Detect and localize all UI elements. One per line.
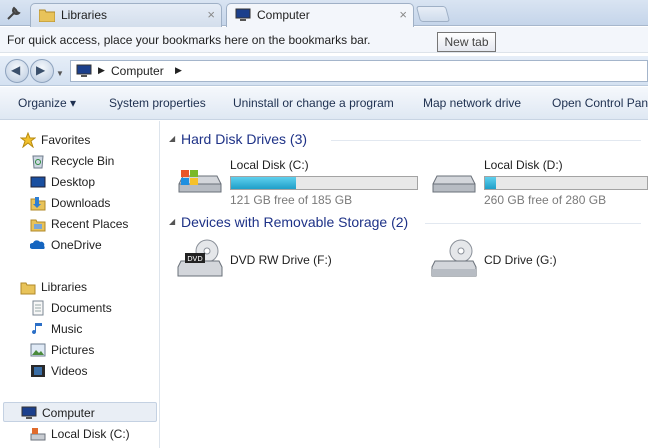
- back-arrow-icon: ◀: [11, 63, 21, 77]
- nav-label: Downloads: [51, 196, 111, 210]
- folder-icon: [39, 9, 55, 22]
- nav-label: Local Disk (C:): [51, 427, 130, 441]
- nav-videos[interactable]: Videos: [0, 361, 158, 381]
- collapse-arrow-icon[interactable]: ◢: [169, 217, 175, 226]
- recycle-bin-icon: [32, 155, 44, 169]
- breadcrumb-arrow-icon[interactable]: ▶: [175, 65, 182, 76]
- breadcrumb-arrow-icon[interactable]: ▶: [98, 65, 105, 76]
- uninstall-program-button[interactable]: Uninstall or change a program: [233, 96, 394, 110]
- hard-drive-icon: [432, 175, 476, 193]
- nav-music[interactable]: Music: [0, 319, 158, 339]
- usage-bar: [230, 176, 418, 190]
- system-properties-button[interactable]: System properties: [109, 96, 206, 110]
- nav-label: Music: [51, 322, 83, 336]
- drive-cd-g[interactable]: CD Drive (G:): [431, 239, 648, 283]
- dvd-badge: DVD: [187, 255, 202, 263]
- nav-favorites[interactable]: Favorites: [0, 130, 158, 150]
- tab-label: Computer: [257, 8, 310, 22]
- drive-dvd-rw-f[interactable]: DVD DVD RW Drive (F:): [177, 239, 427, 283]
- open-control-panel-button[interactable]: Open Control Panel: [552, 96, 648, 110]
- bookmarks-bar: For quick access, place your bookmarks h…: [0, 27, 648, 53]
- nav-downloads[interactable]: Downloads: [0, 193, 158, 213]
- nav-label: Videos: [51, 364, 88, 378]
- windows-drive-icon: [178, 170, 222, 193]
- forward-button[interactable]: ▶: [30, 59, 54, 83]
- back-button[interactable]: ◀: [5, 59, 29, 83]
- nav-recent-places[interactable]: Recent Places: [0, 214, 158, 234]
- onedrive-icon: [30, 240, 45, 249]
- group-hard-disk-drives[interactable]: Hard Disk Drives (3): [181, 131, 307, 147]
- local-disk-icon: [30, 428, 46, 441]
- map-network-drive-button[interactable]: Map network drive: [423, 96, 521, 110]
- new-tab-button[interactable]: [415, 6, 451, 22]
- content-pane: ◢ Hard Disk Drives (3) Local Disk (C:) 1…: [161, 121, 648, 448]
- dvd-drive-icon: DVD: [177, 239, 223, 277]
- computer-icon: [76, 64, 92, 77]
- usage-fill: [485, 177, 497, 189]
- group-removable-storage[interactable]: Devices with Removable Storage (2): [181, 214, 408, 230]
- pictures-icon: [30, 343, 46, 357]
- wrench-icon[interactable]: [5, 4, 23, 22]
- drive-name: Local Disk (C:): [230, 158, 309, 172]
- close-icon[interactable]: ×: [399, 7, 407, 22]
- address-bar[interactable]: ▶ Computer ▶: [70, 60, 648, 82]
- nav-libraries[interactable]: Libraries: [0, 277, 158, 297]
- nav-onedrive[interactable]: OneDrive: [0, 235, 158, 255]
- breadcrumb-computer[interactable]: Computer: [111, 64, 164, 78]
- nav-label: Recycle Bin: [51, 154, 115, 168]
- drive-local-disk-c[interactable]: Local Disk (C:) 121 GB free of 185 GB: [177, 156, 427, 207]
- nav-label: Desktop: [51, 175, 96, 189]
- free-space: 121 GB free of 185 GB: [230, 193, 353, 207]
- nav-label: OneDrive: [51, 238, 102, 252]
- cd-drive-icon: [431, 239, 477, 277]
- tab-strip: Libraries × Computer ×: [0, 0, 648, 27]
- drive-local-disk-d[interactable]: Local Disk (D:) 260 GB free of 280 GB: [431, 156, 648, 207]
- nav-label: Favorites: [41, 133, 91, 147]
- recent-places-icon: [30, 219, 46, 232]
- usage-bar: [484, 176, 648, 190]
- free-space: 260 GB free of 280 GB: [484, 193, 607, 207]
- documents-icon: [32, 300, 44, 316]
- new-tab-tooltip: New tab: [437, 32, 496, 52]
- usage-fill: [231, 177, 297, 189]
- collapse-arrow-icon[interactable]: ◢: [169, 134, 175, 143]
- nav-pictures[interactable]: Pictures: [0, 340, 158, 360]
- tab-libraries[interactable]: Libraries ×: [30, 3, 222, 27]
- nav-label: Documents: [51, 301, 112, 315]
- close-icon[interactable]: ×: [207, 7, 215, 22]
- downloads-icon: [30, 197, 46, 211]
- nav-label: Libraries: [41, 280, 88, 294]
- nav-label: Computer: [42, 406, 95, 420]
- nav-computer[interactable]: Computer: [3, 402, 157, 422]
- music-icon: [32, 323, 42, 335]
- navigation-pane: Favorites Recycle Bin Desktop Downloads …: [0, 121, 160, 448]
- nav-documents[interactable]: Documents: [0, 298, 158, 318]
- tab-computer[interactable]: Computer ×: [226, 3, 414, 27]
- bookmarks-message: For quick access, place your bookmarks h…: [7, 33, 371, 47]
- desktop-icon: [30, 176, 46, 188]
- nav-local-disk-c[interactable]: Local Disk (C:): [0, 424, 158, 444]
- star-icon: [20, 132, 36, 148]
- nav-label: Pictures: [51, 343, 95, 357]
- group-divider: [425, 223, 641, 224]
- forward-arrow-icon: ▶: [36, 63, 46, 77]
- computer-icon: [235, 8, 251, 21]
- group-divider: [331, 140, 641, 141]
- nav-desktop[interactable]: Desktop: [0, 172, 158, 192]
- videos-icon: [31, 365, 45, 377]
- libraries-icon: [20, 282, 36, 295]
- nav-label: Recent Places: [51, 217, 129, 231]
- address-toolbar: ◀ ▶ ▼ ▶ Computer ▶: [0, 56, 648, 86]
- history-dropdown-icon[interactable]: ▼: [56, 69, 64, 78]
- drive-name: CD Drive (G:): [484, 253, 557, 267]
- nav-recycle-bin[interactable]: Recycle Bin: [0, 151, 158, 171]
- drive-name: Local Disk (D:): [484, 158, 563, 172]
- command-bar: Organize ▾ System properties Uninstall o…: [0, 87, 648, 120]
- drive-name: DVD RW Drive (F:): [230, 253, 332, 267]
- tab-label: Libraries: [61, 8, 108, 22]
- computer-icon: [21, 406, 37, 419]
- organize-button[interactable]: Organize ▾: [18, 96, 76, 110]
